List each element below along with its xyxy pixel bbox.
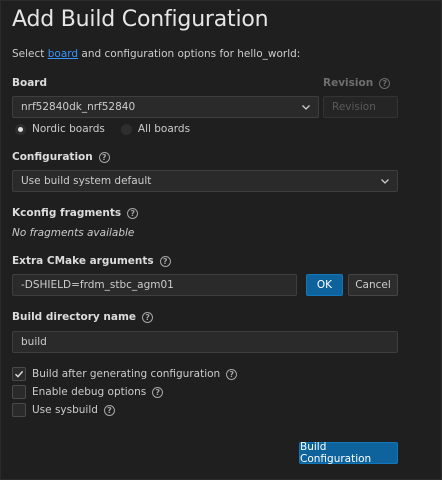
checkbox-sysbuild-label: Use sysbuild xyxy=(32,404,98,416)
cmake-help-icon[interactable]: ? xyxy=(159,255,171,267)
build-after-help-icon[interactable]: ? xyxy=(226,368,238,380)
kconfig-label: Kconfig fragments ? xyxy=(12,207,139,219)
radio-all-boards[interactable]: All boards xyxy=(120,123,191,135)
revision-label-text: Revision xyxy=(323,77,374,89)
ok-button[interactable]: OK xyxy=(306,274,343,296)
checkbox-build-after-label: Build after generating configuration xyxy=(32,368,221,380)
revision-help-icon[interactable]: ? xyxy=(379,77,391,89)
radio-nordic-label: Nordic boards xyxy=(32,123,105,135)
checkbox-sysbuild[interactable]: Use sysbuild ? xyxy=(12,403,115,417)
board-label-text: Board xyxy=(12,77,47,89)
build-dir-label: Build directory name ? xyxy=(12,311,154,323)
cmake-args-value: -DSHIELD=frdm_stbc_agm01 xyxy=(21,279,174,291)
checkbox-debug-label: Enable debug options xyxy=(32,386,147,398)
checkbox-debug-options[interactable]: Enable debug options ? xyxy=(12,385,164,399)
cmake-args-input[interactable]: -DSHIELD=frdm_stbc_agm01 xyxy=(12,274,297,296)
configuration-select-value: Use build system default xyxy=(21,175,152,187)
debug-help-icon[interactable]: ? xyxy=(152,386,164,398)
revision-label: Revision ? xyxy=(323,77,391,89)
kconfig-empty-text: No fragments available xyxy=(12,227,135,239)
chevron-down-icon xyxy=(302,105,310,110)
build-dir-value: build xyxy=(21,336,47,348)
checkbox-build-after[interactable]: Build after generating configuration ? xyxy=(12,367,238,381)
subtitle-prefix: Select xyxy=(12,48,48,60)
board-filter-radios: Nordic boards All boards xyxy=(15,123,190,135)
build-configuration-button[interactable]: Build Configuration xyxy=(299,441,398,465)
kconfig-help-icon[interactable]: ? xyxy=(127,207,139,219)
cancel-button[interactable]: Cancel xyxy=(348,274,398,296)
checkbox-checked xyxy=(12,367,26,381)
kconfig-label-text: Kconfig fragments xyxy=(12,207,122,219)
checkbox-unchecked xyxy=(12,385,26,399)
board-select[interactable]: nrf52840dk_nrf52840 xyxy=(12,96,319,118)
cmake-label-text: Extra CMake arguments xyxy=(12,255,154,267)
add-build-configuration-panel: Add Build Configuration Select board and… xyxy=(0,0,442,480)
subtitle: Select board and configuration options f… xyxy=(12,48,300,60)
build-dir-help-icon[interactable]: ? xyxy=(142,311,154,323)
radio-unselected-indicator xyxy=(120,123,132,135)
configuration-select[interactable]: Use build system default xyxy=(12,170,398,192)
subtitle-suffix: and configuration options for hello_worl… xyxy=(78,48,301,60)
sysbuild-help-icon[interactable]: ? xyxy=(103,404,115,416)
chevron-down-icon xyxy=(381,179,389,184)
radio-all-label: All boards xyxy=(137,123,191,135)
radio-nordic-boards[interactable]: Nordic boards xyxy=(15,123,105,135)
board-link[interactable]: board xyxy=(48,48,78,60)
configuration-label: Configuration ? xyxy=(12,151,110,163)
build-dir-label-text: Build directory name xyxy=(12,311,137,323)
page-title: Add Build Configuration xyxy=(12,7,269,32)
revision-placeholder: Revision xyxy=(332,101,376,113)
configuration-label-text: Configuration xyxy=(12,151,93,163)
board-label: Board xyxy=(12,77,47,89)
board-select-value: nrf52840dk_nrf52840 xyxy=(21,101,136,113)
build-dir-input[interactable]: build xyxy=(12,331,398,353)
cmake-label: Extra CMake arguments ? xyxy=(12,255,171,267)
checkmark-icon xyxy=(15,370,24,378)
configuration-help-icon[interactable]: ? xyxy=(98,151,110,163)
radio-selected-indicator xyxy=(15,123,26,135)
checkbox-unchecked xyxy=(12,403,26,417)
revision-input[interactable]: Revision xyxy=(323,96,398,118)
